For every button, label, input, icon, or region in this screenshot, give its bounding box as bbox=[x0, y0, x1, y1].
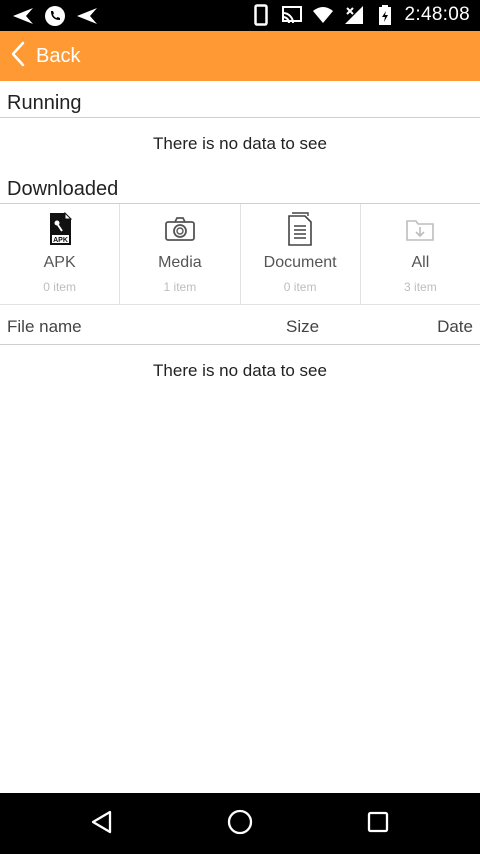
phone-portrait-icon bbox=[250, 4, 272, 26]
nav-back-button[interactable] bbox=[85, 807, 119, 841]
camera-icon bbox=[164, 212, 196, 246]
category-apk[interactable]: APK APK 0 item bbox=[0, 204, 121, 305]
notification-icons bbox=[12, 5, 98, 27]
category-label: Media bbox=[158, 254, 202, 271]
downloaded-section-title: Downloaded bbox=[7, 178, 119, 200]
home-circle-icon bbox=[226, 808, 254, 841]
send-icon bbox=[76, 5, 98, 27]
document-icon bbox=[284, 212, 316, 246]
nav-home-button[interactable] bbox=[223, 807, 257, 841]
category-count: 3 item bbox=[404, 280, 437, 294]
column-size[interactable]: Size bbox=[286, 317, 319, 337]
back-triangle-icon bbox=[89, 809, 115, 840]
clock: 2:48:08 bbox=[404, 4, 470, 25]
cast-icon bbox=[281, 4, 303, 26]
category-count: 1 item bbox=[163, 280, 197, 294]
category-media[interactable]: Media 1 item bbox=[120, 204, 241, 305]
divider bbox=[0, 344, 480, 345]
column-date[interactable]: Date bbox=[437, 317, 473, 337]
send-icon bbox=[12, 5, 34, 27]
navigation-bar bbox=[0, 793, 480, 854]
recents-square-icon bbox=[366, 810, 390, 839]
category-label: Document bbox=[263, 254, 337, 271]
category-count: 0 item bbox=[43, 280, 76, 294]
downloaded-empty-message: There is no data to see bbox=[153, 361, 327, 380]
battery-icon bbox=[374, 4, 396, 26]
column-file-name[interactable]: File name bbox=[7, 317, 82, 337]
system-icons: 2:48:08 bbox=[250, 4, 471, 26]
chevron-left-icon bbox=[10, 41, 26, 72]
running-empty-message: There is no data to see bbox=[153, 134, 327, 153]
running-section-title: Running bbox=[7, 92, 82, 114]
phone-icon bbox=[44, 5, 66, 27]
signal-icon bbox=[343, 4, 365, 26]
category-count: 0 item bbox=[283, 280, 317, 294]
category-all[interactable]: All 3 item bbox=[360, 204, 480, 305]
app-header: Back bbox=[0, 31, 480, 81]
nav-recents-button[interactable] bbox=[361, 807, 395, 841]
back-label: Back bbox=[36, 44, 81, 67]
apk-file-icon: APK bbox=[44, 211, 76, 246]
category-grid: APK APK 0 item Media 1 item Document 0 i… bbox=[0, 204, 480, 305]
wifi-icon bbox=[312, 4, 334, 26]
folder-download-icon bbox=[404, 212, 436, 246]
category-label: All bbox=[411, 254, 430, 271]
category-document[interactable]: Document 0 item bbox=[240, 204, 361, 305]
category-label: APK bbox=[43, 254, 76, 271]
back-button[interactable]: Back bbox=[10, 41, 80, 72]
status-bar: 2:48:08 bbox=[0, 0, 480, 31]
svg-text:APK: APK bbox=[53, 237, 68, 244]
divider bbox=[0, 117, 480, 118]
